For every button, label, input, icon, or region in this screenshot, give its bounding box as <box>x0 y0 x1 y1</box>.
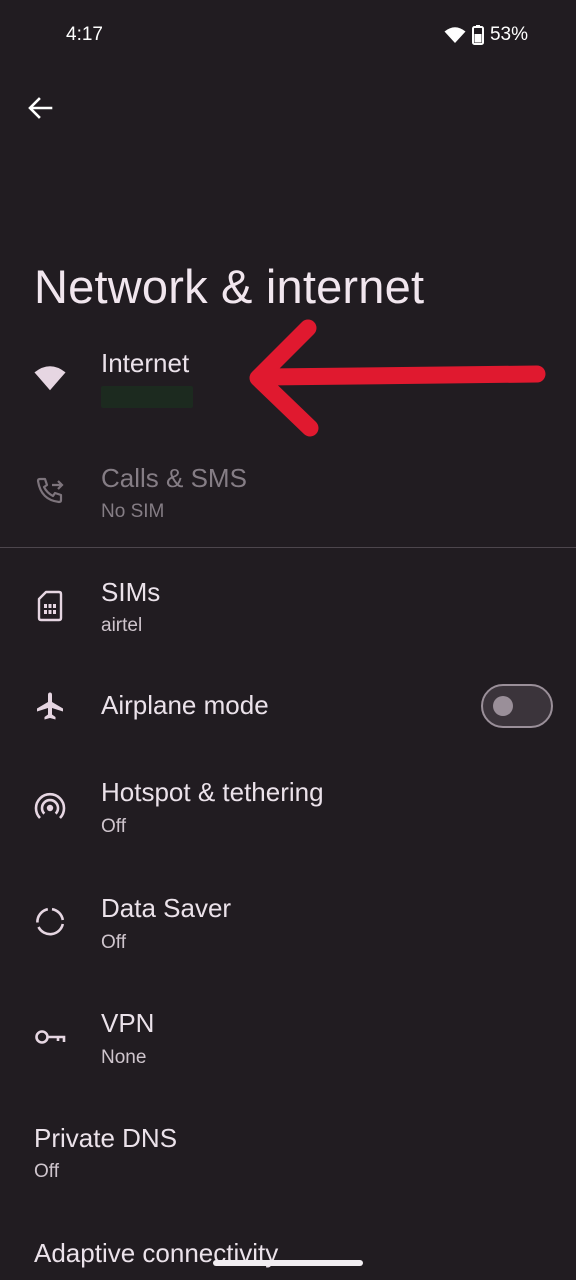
data-saver-icon <box>34 906 66 938</box>
section-divider <box>0 547 576 548</box>
sims-summary: airtel <box>101 615 143 636</box>
calls-sms-item[interactable]: Calls & SMS No SIM <box>0 450 576 540</box>
calls-sms-summary: No SIM <box>101 501 165 522</box>
sims-item[interactable]: SIMs airtel <box>0 564 576 654</box>
airplane-mode-title: Airplane mode <box>101 690 269 720</box>
hotspot-icon <box>34 792 66 824</box>
airplane-mode-toggle[interactable] <box>481 684 553 728</box>
page-title: Network & internet <box>34 260 425 314</box>
hotspot-summary: Off <box>101 816 126 837</box>
battery-icon <box>471 25 484 45</box>
sim-card-icon <box>34 590 66 622</box>
internet-item[interactable]: Internet <box>0 338 576 438</box>
status-time: 4:17 <box>66 24 103 45</box>
vpn-item[interactable]: VPN None <box>0 995 576 1085</box>
vpn-title: VPN <box>101 1008 155 1038</box>
airplane-icon <box>34 690 66 722</box>
hotspot-item[interactable]: Hotspot & tethering Off <box>0 764 576 854</box>
sims-title: SIMs <box>101 577 161 607</box>
data-saver-title: Data Saver <box>101 893 232 923</box>
vpn-summary: None <box>101 1047 147 1068</box>
status-icons: 53% <box>444 24 528 46</box>
private-dns-summary: Off <box>34 1161 59 1182</box>
battery-percent: 53% <box>489 24 528 45</box>
adaptive-connectivity-item[interactable]: Adaptive connectivity <box>0 1225 576 1280</box>
redacted-network-name <box>101 386 193 408</box>
status-bar: 4:17 53% <box>0 0 576 72</box>
key-icon <box>34 1021 66 1053</box>
internet-title: Internet <box>101 348 190 378</box>
gesture-navigation-bar[interactable] <box>213 1260 363 1266</box>
private-dns-item[interactable]: Private DNS Off <box>0 1110 576 1200</box>
data-saver-summary: Off <box>101 932 126 953</box>
private-dns-title: Private DNS <box>34 1123 178 1153</box>
phone-forward-icon <box>34 474 66 506</box>
toggle-thumb <box>493 696 513 716</box>
data-saver-item[interactable]: Data Saver Off <box>0 880 576 970</box>
arrow-back-icon <box>27 95 53 126</box>
hotspot-title: Hotspot & tethering <box>101 777 324 807</box>
settings-screen: 4:17 53% Network & internet Internet Cal… <box>0 0 576 1280</box>
calls-sms-title: Calls & SMS <box>101 463 247 493</box>
wifi-icon <box>444 26 466 44</box>
wifi-icon <box>34 362 66 394</box>
back-button[interactable] <box>16 86 64 134</box>
